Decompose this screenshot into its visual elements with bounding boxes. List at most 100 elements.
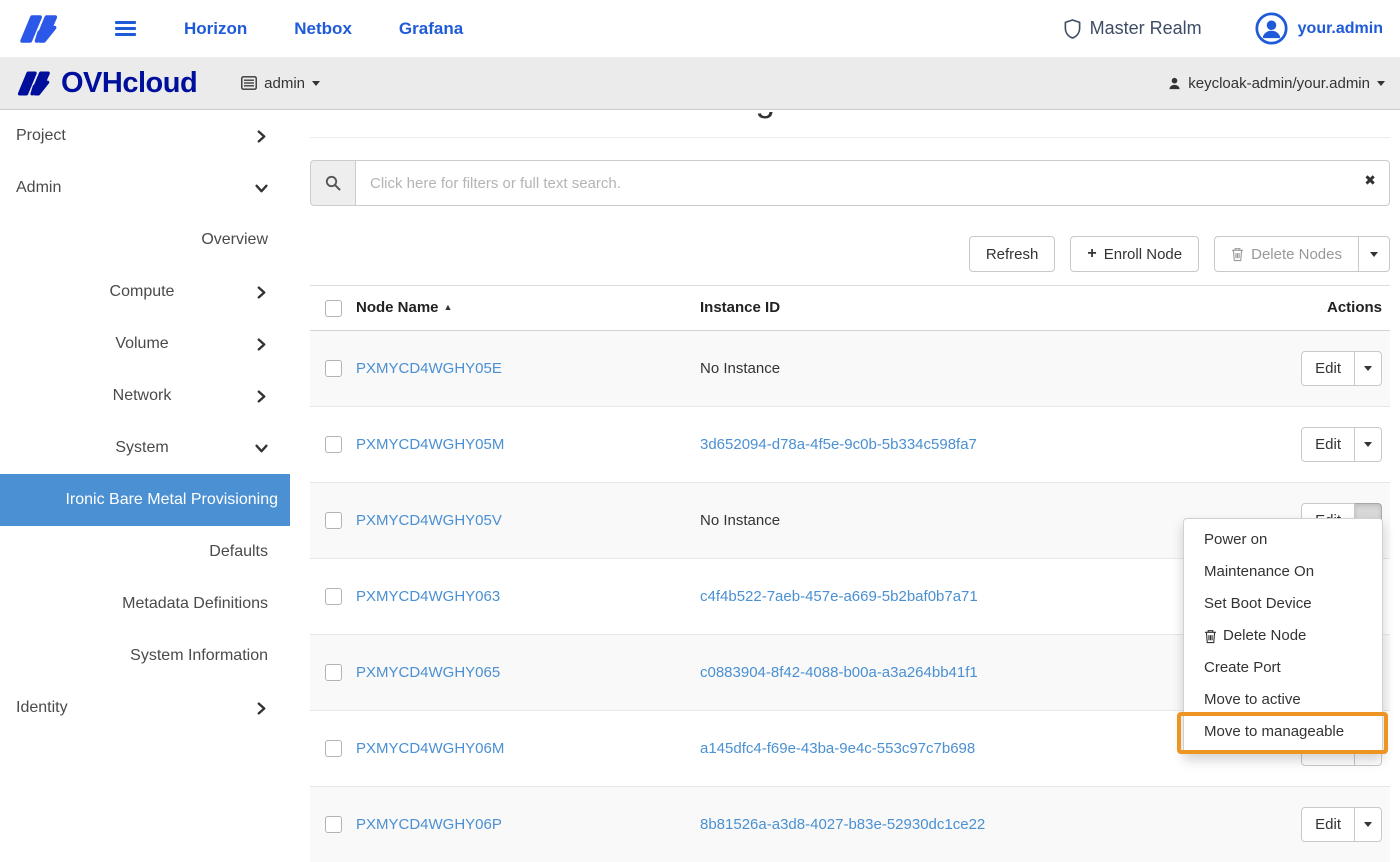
sidebar-item-ironic-bare-metal-provisioning[interactable]: Ironic Bare Metal Provisioning: [0, 474, 290, 526]
delete-nodes-button[interactable]: Delete Nodes: [1214, 236, 1359, 272]
node-name-link[interactable]: PXMYCD4WGHY063: [356, 588, 500, 605]
delete-nodes-dropdown-toggle[interactable]: [1359, 236, 1390, 272]
row-checkbox[interactable]: [325, 740, 342, 757]
instance-id-link[interactable]: c0883904-8f42-4088-b00a-a3a264bb41f1: [700, 664, 978, 681]
row-actions-split-button: Edit: [1301, 427, 1382, 462]
nav-link-horizon[interactable]: Horizon: [184, 19, 247, 39]
row-actions-dropdown: Power on Maintenance On Set Boot Device Del…: [1183, 518, 1383, 754]
chevron-right-icon: [255, 702, 268, 715]
actions-header-label: Actions: [1327, 299, 1382, 316]
chevron-right-icon: [255, 286, 268, 299]
actions-header: Actions: [1220, 286, 1390, 331]
edit-button[interactable]: Edit: [1301, 427, 1355, 462]
refresh-button[interactable]: Refresh: [969, 236, 1056, 272]
sidebar-item-volume[interactable]: Volume: [0, 318, 290, 370]
ovhcloud-logo[interactable]: OVHcloud: [15, 67, 197, 100]
ovh-logo-icon[interactable]: [17, 11, 63, 47]
instance-id-text: No Instance: [700, 360, 780, 377]
shield-icon: [1063, 18, 1082, 40]
node-name-link[interactable]: PXMYCD4WGHY065: [356, 664, 500, 681]
menu-item-move-to-manageable[interactable]: Move to manageable: [1184, 716, 1382, 748]
node-name-link[interactable]: PXMYCD4WGHY05E: [356, 360, 502, 377]
instance-id-header[interactable]: Instance ID: [700, 286, 1220, 331]
clear-filter-icon[interactable]: ✖: [1364, 173, 1376, 187]
nav-link-grafana[interactable]: Grafana: [399, 19, 463, 39]
instance-id-link[interactable]: c4f4b522-7aeb-457e-a669-5b2baf0b7a71: [700, 588, 978, 605]
nav-link-netbox[interactable]: Netbox: [294, 19, 352, 39]
node-name-link[interactable]: PXMYCD4WGHY06P: [356, 816, 502, 833]
sidebar-item-system-information[interactable]: System Information: [0, 630, 290, 682]
sidebar-item-label: System: [115, 439, 168, 457]
select-all-checkbox[interactable]: [325, 300, 342, 317]
person-icon: [1168, 77, 1181, 90]
delete-nodes-button-group: Delete Nodes: [1214, 236, 1390, 272]
row-checkbox[interactable]: [325, 816, 342, 833]
sidebar-item-label: Metadata Definitions: [122, 595, 268, 613]
sidebar-item-label: Defaults: [209, 543, 268, 561]
edit-dropdown-toggle[interactable]: [1355, 351, 1382, 386]
node-name-link[interactable]: PXMYCD4WGHY05M: [356, 436, 504, 453]
sidebar-item-system[interactable]: System: [0, 422, 290, 474]
enroll-label: Enroll Node: [1104, 246, 1182, 263]
sidebar-item-defaults[interactable]: Defaults: [0, 526, 290, 578]
sidebar-item-network[interactable]: Network: [0, 370, 290, 422]
menu-item-label: Power on: [1204, 530, 1267, 550]
edit-dropdown-toggle[interactable]: [1355, 427, 1382, 462]
horizon-header-bar: OVHcloud admin keycloak-admin/your.admin: [0, 57, 1400, 110]
menu-item-delete-node[interactable]: Delete Node: [1184, 620, 1382, 652]
top-navbar: Horizon Netbox Grafana Master Realm your…: [0, 0, 1400, 57]
sidebar-item-identity[interactable]: Identity: [0, 682, 290, 734]
sidebar-item-metadata-definitions[interactable]: Metadata Definitions: [0, 578, 290, 630]
edit-button[interactable]: Edit: [1301, 351, 1355, 386]
keycloak-user-menu[interactable]: keycloak-admin/your.admin: [1168, 75, 1385, 92]
user-menu[interactable]: your.admin: [1255, 12, 1383, 45]
row-checkbox[interactable]: [325, 588, 342, 605]
sidebar-item-admin[interactable]: Admin: [0, 162, 290, 214]
table-row: PXMYCD4WGHY05M 3d652094-d78a-4f5e-9c0b-5b…: [310, 406, 1390, 482]
sidebar-nav: ProjectAdminOverviewComputeVolumeNetwork…: [0, 110, 290, 762]
sidebar-item-project[interactable]: Project: [0, 110, 290, 162]
instance-id-link[interactable]: a145dfc4-f69e-43ba-9e4c-553c97c7b698: [700, 740, 975, 757]
instance-id-link[interactable]: 3d652094-d78a-4f5e-9c0b-5b334c598fa7: [700, 436, 977, 453]
node-name-link[interactable]: PXMYCD4WGHY06M: [356, 740, 504, 757]
node-name-header[interactable]: Node Name▲: [356, 286, 700, 331]
edit-button[interactable]: Edit: [1301, 807, 1355, 842]
search-input[interactable]: [355, 160, 1390, 206]
row-actions-split-button: Edit: [1301, 807, 1382, 842]
title-divider: [310, 137, 1390, 138]
instance-id-header-label: Instance ID: [700, 299, 780, 316]
row-checkbox[interactable]: [325, 360, 342, 377]
node-name-link[interactable]: PXMYCD4WGHY05V: [356, 512, 502, 529]
row-checkbox[interactable]: [325, 436, 342, 453]
sidebar-item-compute[interactable]: Compute: [0, 266, 290, 318]
project-selector-label: admin: [264, 75, 305, 92]
page-title: Ironic Bare Metal Provisioning: [310, 112, 1390, 120]
enroll-node-button[interactable]: + Enroll Node: [1070, 236, 1199, 272]
sidebar-item-overview[interactable]: Overview: [0, 214, 290, 266]
edit-dropdown-toggle[interactable]: [1355, 807, 1382, 842]
menu-item-label: Set Boot Device: [1204, 594, 1312, 614]
menu-item-move-to-active[interactable]: Move to active: [1184, 684, 1382, 716]
realm-selector[interactable]: Master Realm: [1063, 18, 1202, 40]
caret-down-icon: [1370, 252, 1378, 257]
chevron-down-icon: [1377, 81, 1385, 86]
hamburger-menu-icon[interactable]: [115, 21, 136, 36]
search-icon: [325, 175, 341, 191]
sidebar-item-label: System Information: [130, 647, 268, 665]
sort-asc-icon: ▲: [444, 302, 453, 312]
chevron-down-icon: [312, 81, 320, 86]
row-checkbox[interactable]: [325, 664, 342, 681]
menu-item-power-on[interactable]: Power on: [1184, 524, 1382, 556]
delete-label: Delete Nodes: [1251, 246, 1342, 263]
menu-item-label: Move to manageable: [1204, 722, 1344, 742]
menu-item-create-port[interactable]: Create Port: [1184, 652, 1382, 684]
table-header-row: Node Name▲ Instance ID Actions: [310, 286, 1390, 331]
row-checkbox[interactable]: [325, 512, 342, 529]
menu-item-maintenance-on[interactable]: Maintenance On: [1184, 556, 1382, 588]
menu-item-set-boot-device[interactable]: Set Boot Device: [1184, 588, 1382, 620]
project-selector[interactable]: admin: [241, 75, 320, 92]
chevron-right-icon: [255, 390, 268, 403]
menu-item-label: Move to active: [1204, 690, 1301, 710]
instance-id-link[interactable]: 8b81526a-a3d8-4027-b83e-52930dc1ce22: [700, 816, 985, 833]
table-row: PXMYCD4WGHY05E No Instance Edit: [310, 330, 1390, 406]
